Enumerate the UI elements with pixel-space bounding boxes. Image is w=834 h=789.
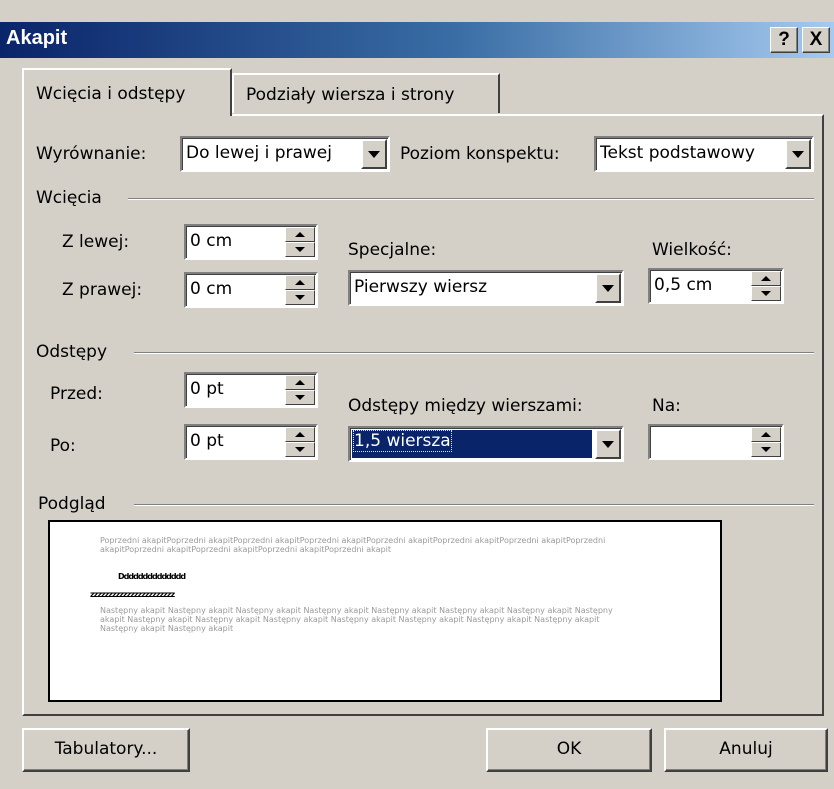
space-after-label: Po: bbox=[50, 436, 76, 456]
arrow-down-icon bbox=[761, 447, 771, 452]
chevron-down-icon bbox=[602, 440, 614, 448]
line-spacing-dropdown-button[interactable] bbox=[595, 429, 621, 459]
spacing-group-label: Odstępy bbox=[36, 342, 108, 362]
arrow-up-icon bbox=[295, 280, 305, 285]
indent-by-value: 0,5 cm bbox=[654, 275, 713, 295]
spin-up-button[interactable] bbox=[285, 375, 315, 390]
right-indent-label: Z prawej: bbox=[62, 280, 143, 300]
outline-level-label: Poziom konspektu: bbox=[400, 144, 560, 164]
space-before-label: Przed: bbox=[50, 384, 103, 404]
tab-indents-spacing[interactable]: Wcięcia i odstępy bbox=[22, 68, 232, 116]
space-before-value: 0 pt bbox=[190, 379, 224, 399]
spacing-divider bbox=[134, 352, 814, 354]
spin-up-button[interactable] bbox=[285, 227, 315, 242]
ok-button-label: OK bbox=[556, 739, 582, 759]
line-spacing-selection: 1,5 wiersza bbox=[352, 430, 592, 458]
chevron-down-icon bbox=[792, 150, 804, 158]
arrow-up-icon bbox=[761, 276, 771, 281]
left-indent-spinner[interactable] bbox=[285, 227, 315, 257]
dialog-title: Akapit bbox=[6, 27, 68, 49]
left-indent-value: 0 cm bbox=[190, 231, 233, 251]
right-indent-spinner[interactable] bbox=[285, 275, 315, 305]
spin-down-button[interactable] bbox=[751, 286, 781, 301]
special-indent-value: Pierwszy wiersz bbox=[354, 277, 488, 297]
help-button[interactable]: ? bbox=[770, 27, 798, 53]
spin-up-button[interactable] bbox=[285, 427, 315, 442]
preview-divider bbox=[134, 504, 814, 506]
indentation-divider bbox=[128, 198, 814, 200]
spin-down-button[interactable] bbox=[285, 442, 315, 457]
outline-level-select[interactable]: Tekst podstawowy bbox=[594, 136, 814, 172]
tabs-button[interactable]: Tabulatory... bbox=[22, 728, 190, 772]
preview-current-line-2: zzzzzzzzzzzzzzzzzzzzzzz bbox=[90, 590, 175, 599]
outline-level-value: Tekst podstawowy bbox=[600, 143, 755, 163]
indent-by-input[interactable]: 0,5 cm bbox=[648, 268, 784, 304]
preview-next-paragraph: Następny akapit Następny akapit Następny… bbox=[100, 606, 613, 633]
space-after-input[interactable]: 0 pt bbox=[184, 424, 318, 460]
space-after-value: 0 pt bbox=[190, 431, 224, 451]
right-indent-value: 0 cm bbox=[190, 279, 233, 299]
preview-pane: Poprzedni akapitPoprzedni akapitPoprzedn… bbox=[48, 520, 722, 702]
cancel-button[interactable]: Anuluj bbox=[664, 728, 828, 772]
line-spacing-at-label: Na: bbox=[652, 396, 681, 416]
spin-down-button[interactable] bbox=[751, 442, 781, 457]
spin-up-button[interactable] bbox=[285, 275, 315, 290]
alignment-value: Do lewej i prawej bbox=[186, 143, 332, 163]
tab-line-page-breaks-label: Podziały wiersza i strony bbox=[246, 85, 455, 105]
close-button[interactable]: X bbox=[802, 27, 830, 53]
ok-button[interactable]: OK bbox=[486, 728, 652, 772]
line-spacing-select[interactable]: 1,5 wiersza bbox=[348, 426, 624, 462]
special-indent-select[interactable]: Pierwszy wiersz bbox=[348, 270, 624, 306]
special-indent-label: Specjalne: bbox=[348, 240, 437, 260]
preview-current-line-1: Dddddddddddddd bbox=[118, 572, 186, 581]
outline-dropdown-button[interactable] bbox=[785, 139, 811, 169]
cancel-button-label: Anuluj bbox=[719, 739, 773, 759]
title-bar[interactable]: Akapit ? X bbox=[0, 22, 834, 58]
arrow-up-icon bbox=[295, 380, 305, 385]
indentation-group-label: Wcięcia bbox=[36, 188, 102, 208]
space-after-spinner[interactable] bbox=[285, 427, 315, 457]
tab-indents-spacing-label: Wcięcia i odstępy bbox=[36, 84, 186, 104]
arrow-down-icon bbox=[295, 295, 305, 300]
spin-down-button[interactable] bbox=[285, 242, 315, 257]
arrow-down-icon bbox=[295, 395, 305, 400]
alignment-dropdown-button[interactable] bbox=[361, 139, 387, 169]
chevron-down-icon bbox=[602, 284, 614, 292]
indent-by-label: Wielkość: bbox=[652, 240, 732, 260]
line-spacing-value: 1,5 wiersza bbox=[353, 430, 452, 452]
arrow-down-icon bbox=[295, 447, 305, 452]
spin-up-button[interactable] bbox=[751, 427, 781, 442]
tabs-button-label: Tabulatory... bbox=[54, 739, 158, 759]
line-spacing-at-spinner[interactable] bbox=[751, 427, 781, 457]
special-dropdown-button[interactable] bbox=[595, 273, 621, 303]
alignment-select[interactable]: Do lewej i prawej bbox=[180, 136, 390, 172]
spin-down-button[interactable] bbox=[285, 390, 315, 405]
left-indent-label: Z lewej: bbox=[62, 232, 130, 252]
tab-line-page-breaks[interactable]: Podziały wiersza i strony bbox=[232, 73, 500, 113]
paragraph-dialog: Akapit ? X Wcięcia i odstępy Podziały wi… bbox=[0, 0, 834, 789]
arrow-up-icon bbox=[295, 432, 305, 437]
space-before-spinner[interactable] bbox=[285, 375, 315, 405]
space-before-input[interactable]: 0 pt bbox=[184, 372, 318, 408]
spin-down-button[interactable] bbox=[285, 290, 315, 305]
alignment-label: Wyrównanie: bbox=[36, 144, 147, 164]
preview-previous-paragraph: Poprzedni akapitPoprzedni akapitPoprzedn… bbox=[100, 536, 606, 554]
chevron-down-icon bbox=[368, 150, 380, 158]
spin-up-button[interactable] bbox=[751, 271, 781, 286]
line-spacing-at-input[interactable] bbox=[648, 424, 784, 460]
preview-group-label: Podgląd bbox=[38, 494, 106, 514]
arrow-up-icon bbox=[761, 432, 771, 437]
arrow-down-icon bbox=[761, 291, 771, 296]
indent-by-spinner[interactable] bbox=[751, 271, 781, 301]
right-indent-input[interactable]: 0 cm bbox=[184, 272, 318, 308]
arrow-down-icon bbox=[295, 247, 305, 252]
arrow-up-icon bbox=[295, 232, 305, 237]
left-indent-input[interactable]: 0 cm bbox=[184, 224, 318, 260]
line-spacing-label: Odstępy między wierszami: bbox=[348, 396, 583, 416]
